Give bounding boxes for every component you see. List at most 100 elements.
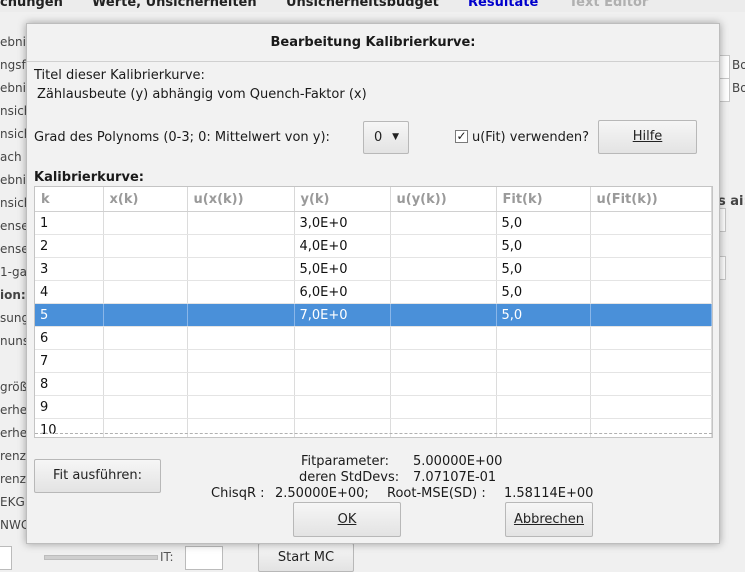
table-cell[interactable]	[187, 326, 295, 350]
table-cell[interactable]: 4,0E+0	[294, 234, 391, 258]
table-cell[interactable]	[187, 211, 295, 235]
table-cell[interactable]	[294, 349, 391, 373]
it-input[interactable]	[185, 546, 223, 570]
table-cell[interactable]	[103, 418, 188, 437]
table-cell[interactable]: 3,0E+0	[294, 211, 391, 235]
background-field[interactable]	[0, 546, 12, 570]
table-row[interactable]: 4 6,0E+0 5,0	[35, 280, 712, 304]
column-header[interactable]: y(k)	[294, 187, 391, 212]
column-header[interactable]: u(Fit(k))	[590, 187, 712, 212]
table-cell[interactable]	[390, 257, 497, 281]
column-header[interactable]: u(y(k))	[390, 187, 497, 212]
table-cell[interactable]	[187, 349, 295, 373]
table-cell[interactable]	[390, 372, 497, 396]
table-cell[interactable]	[590, 418, 712, 437]
table-cell[interactable]: 5	[35, 303, 104, 327]
table-cell[interactable]	[390, 234, 497, 258]
table-row[interactable]: 5 7,0E+0 5,0	[35, 303, 712, 327]
table-row[interactable]: 8	[35, 372, 712, 396]
table-cell[interactable]	[187, 372, 295, 396]
table-cell[interactable]	[187, 418, 295, 437]
table-row[interactable]: 3 5,0E+0 5,0	[35, 257, 712, 281]
table-cell[interactable]	[103, 372, 188, 396]
column-header[interactable]: Fit(k)	[496, 187, 591, 212]
table-row[interactable]: 9	[35, 395, 712, 419]
column-header[interactable]: u(x(k))	[187, 187, 295, 212]
column-header[interactable]: x(k)	[103, 187, 188, 212]
table-cell[interactable]: 8	[35, 372, 104, 396]
table-cell[interactable]	[590, 280, 712, 304]
polynom-degree-select[interactable]: 0 ▼	[363, 121, 409, 154]
table-cell[interactable]	[103, 395, 188, 419]
table-cell[interactable]	[590, 257, 712, 281]
table-cell[interactable]	[390, 211, 497, 235]
table-cell[interactable]	[496, 349, 591, 373]
table-cell[interactable]: 5,0	[496, 257, 591, 281]
table-cell[interactable]: 6,0E+0	[294, 280, 391, 304]
table-row[interactable]: 1 3,0E+0 5,0	[35, 211, 712, 235]
table-cell[interactable]: 5,0	[496, 211, 591, 235]
table-cell[interactable]	[390, 349, 497, 373]
table-cell[interactable]	[390, 326, 497, 350]
table-cell[interactable]: 9	[35, 395, 104, 419]
table-cell[interactable]	[294, 326, 391, 350]
table-cell[interactable]	[590, 303, 712, 327]
table-cell[interactable]	[390, 395, 497, 419]
table-cell[interactable]	[496, 418, 591, 437]
table-row[interactable]: 10	[35, 418, 712, 437]
curve-title-field[interactable]: Zählausbeute (y) abhängig vom Quench-Fak…	[37, 87, 367, 102]
table-cell[interactable]: 3	[35, 257, 104, 281]
table-cell[interactable]: 1	[35, 211, 104, 235]
table-cell[interactable]	[496, 326, 591, 350]
table-cell[interactable]: 7,0E+0	[294, 303, 391, 327]
table-cell[interactable]: 5,0	[496, 303, 591, 327]
table-cell[interactable]: 5,0	[496, 280, 591, 304]
table-cell[interactable]	[103, 326, 188, 350]
table-cell[interactable]	[103, 303, 188, 327]
table-cell[interactable]: 6	[35, 326, 104, 350]
table-cell[interactable]	[590, 349, 712, 373]
table-cell[interactable]: 5,0E+0	[294, 257, 391, 281]
table-cell[interactable]	[103, 211, 188, 235]
table-cell[interactable]	[187, 395, 295, 419]
table-row[interactable]: 2 4,0E+0 5,0	[35, 234, 712, 258]
ok-button[interactable]: OK	[293, 502, 401, 537]
fit-run-button[interactable]: Fit ausführen:	[34, 459, 161, 493]
table-cell[interactable]	[590, 234, 712, 258]
table-cell[interactable]	[590, 326, 712, 350]
tab-text-editor[interactable]: Text Editor	[569, 0, 648, 10]
ufit-checkbox[interactable]: ✓	[455, 130, 468, 143]
table-cell[interactable]: 4	[35, 280, 104, 304]
table-cell[interactable]	[187, 280, 295, 304]
table-cell[interactable]	[496, 372, 591, 396]
table-cell[interactable]	[390, 280, 497, 304]
help-button[interactable]: Hilfe	[598, 120, 697, 154]
table-cell[interactable]	[590, 211, 712, 235]
table-cell[interactable]: 5,0	[496, 234, 591, 258]
table-cell[interactable]	[103, 234, 188, 258]
tab-unsicherheitsbudget[interactable]: Unsicherheitsbudget	[286, 0, 439, 10]
table-cell[interactable]: 10	[35, 418, 104, 437]
table-cell[interactable]	[496, 395, 591, 419]
tab-werte-unsicherheiten[interactable]: Werte, Unsicherheiten	[92, 0, 257, 10]
table-cell[interactable]: 2	[35, 234, 104, 258]
table-cell[interactable]	[103, 280, 188, 304]
table-cell[interactable]	[187, 303, 295, 327]
tab-resultate[interactable]: Resultate	[468, 0, 538, 10]
column-header[interactable]: k	[35, 187, 104, 212]
table-cell[interactable]	[390, 418, 497, 437]
table-cell[interactable]	[103, 349, 188, 373]
table-cell[interactable]	[294, 395, 391, 419]
background-slider[interactable]	[44, 555, 158, 560]
table-cell[interactable]	[390, 303, 497, 327]
table-cell[interactable]	[590, 372, 712, 396]
tab-messungen[interactable]: chungen	[0, 0, 63, 10]
table-cell[interactable]	[187, 234, 295, 258]
table-row[interactable]: 6	[35, 326, 712, 350]
table-cell[interactable]: 7	[35, 349, 104, 373]
table-cell[interactable]	[590, 395, 712, 419]
table-cell[interactable]	[103, 257, 188, 281]
start-mc-button[interactable]: Start MC	[258, 543, 354, 572]
table-cell[interactable]	[294, 418, 391, 437]
table-cell[interactable]	[294, 372, 391, 396]
